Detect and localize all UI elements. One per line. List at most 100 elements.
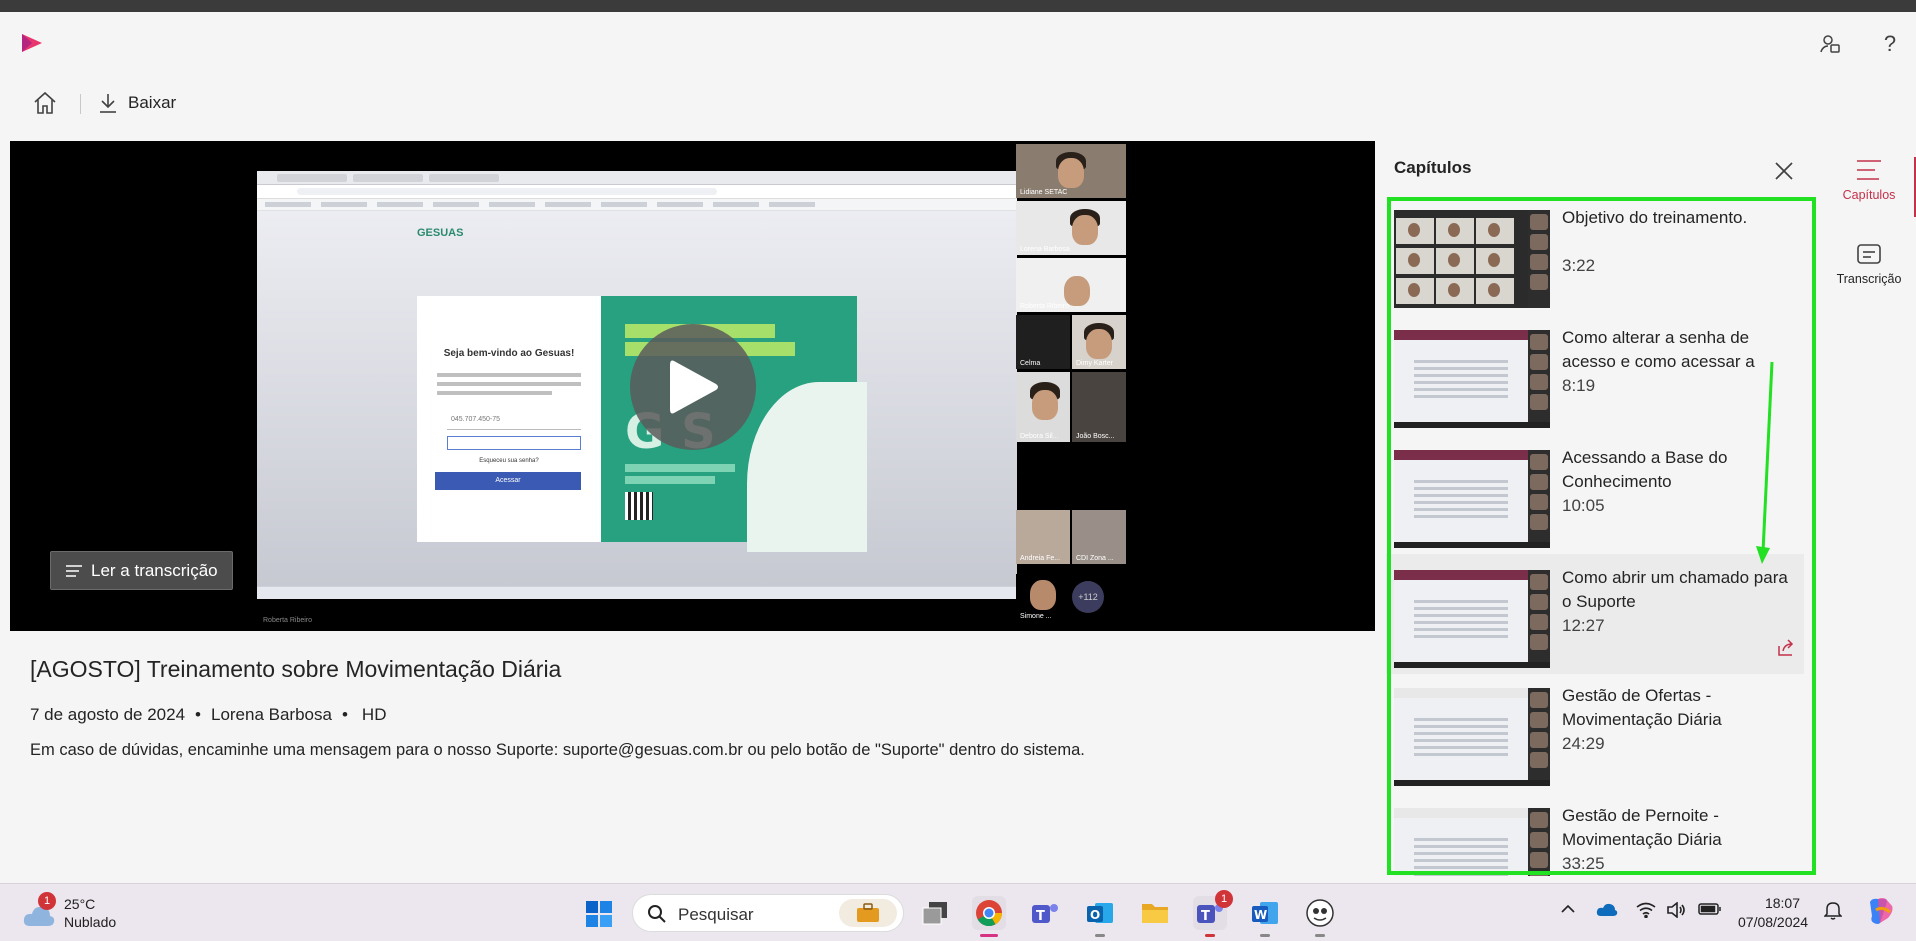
participant-tile: Lorena Barbosa xyxy=(1016,201,1126,255)
chapter-time: 8:19 xyxy=(1562,376,1596,395)
rail-transcript-tab[interactable]: Transcrição xyxy=(1826,243,1912,286)
clock-time: 18:07 xyxy=(1764,895,1800,911)
chapter-item[interactable]: Como alterar a senha de acesso e como ac… xyxy=(1386,316,1804,434)
meta-separator: • xyxy=(195,705,201,724)
shared-screen-taskbar xyxy=(257,586,1017,599)
chapter-time: 12:27 xyxy=(1562,616,1605,635)
chapter-time: 10:05 xyxy=(1562,496,1605,515)
app-bar: ? xyxy=(0,12,1916,74)
video-meta: 7 de agosto de 2024 • Lorena Barbosa • H… xyxy=(30,705,386,725)
svg-text:T: T xyxy=(1201,909,1210,924)
download-label: Baixar xyxy=(128,93,177,112)
participant-tile: Dimy Karter xyxy=(1072,315,1126,369)
search-icon xyxy=(648,905,666,923)
annotation-arrow xyxy=(1756,361,1774,564)
chapter-item[interactable]: Gestão de Pernoite - Movimentação Diária… xyxy=(1386,794,1804,876)
meta-separator: • xyxy=(341,705,348,724)
login-card: Seja bem-vindo ao Gesuas! 045.707.450-75… xyxy=(417,296,601,542)
participant-tile: Andreia Fe... xyxy=(1016,510,1070,564)
chapter-item[interactable]: Acessando a Base do Conhecimento 10:05 xyxy=(1386,436,1804,554)
close-chapters-button[interactable] xyxy=(1772,159,1796,183)
video-quality: HD xyxy=(361,705,387,724)
video-title: [AGOSTO] Treinamento sobre Movimentação … xyxy=(30,656,562,682)
browser-tabs xyxy=(257,171,1017,185)
svg-text:W: W xyxy=(1254,908,1267,922)
home-button[interactable] xyxy=(30,88,60,118)
window-top-strip xyxy=(0,0,1916,12)
chapter-item[interactable]: Objetivo do treinamento. 3:22 xyxy=(1386,198,1804,314)
chapter-title: Como abrir um chamado para o Suporte xyxy=(1562,568,1788,611)
teams-icon[interactable]: T xyxy=(1028,896,1062,930)
read-transcript-label: Ler a transcrição xyxy=(91,560,218,580)
chapter-thumbnail xyxy=(1394,808,1550,876)
read-transcript-button[interactable]: Ler a transcrição xyxy=(50,551,233,590)
video-date: 7 de agosto de 2024 xyxy=(30,705,186,724)
toolbar: Baixar xyxy=(0,84,1370,124)
task-view-icon[interactable] xyxy=(918,896,952,930)
video-player[interactable]: GESUAS Seja bem-vindo ao Gesuas! 045.707… xyxy=(10,141,1375,631)
transcript-icon xyxy=(1857,244,1881,264)
svg-text:T: T xyxy=(1036,909,1045,924)
taskbar-search[interactable]: Pesquisar xyxy=(632,894,904,932)
chapter-item[interactable]: Como abrir um chamado para o Suporte 12:… xyxy=(1386,554,1804,674)
chapters-icon xyxy=(1857,160,1881,180)
toolbar-divider xyxy=(80,94,81,114)
wifi-icon[interactable] xyxy=(1636,902,1656,921)
participant-tile: João Bosc... xyxy=(1072,372,1126,442)
weather-temperature: 25°C xyxy=(64,896,96,912)
word-icon[interactable]: W xyxy=(1248,896,1282,937)
share-icon[interactable] xyxy=(1776,638,1796,658)
weather-badge: 1 xyxy=(38,892,56,910)
participant-tile: Roberta Ribeiro xyxy=(1016,258,1126,312)
onedrive-icon[interactable] xyxy=(1596,902,1618,921)
chapter-thumbnail xyxy=(1394,450,1550,548)
search-highlight-icon xyxy=(839,899,897,927)
cpf-field: 045.707.450-75 xyxy=(447,416,581,430)
tray-chevron-up-icon[interactable] xyxy=(1560,902,1576,918)
stream-logo-icon[interactable] xyxy=(20,32,44,54)
chapter-time: 33:25 xyxy=(1562,854,1605,873)
file-explorer-icon[interactable] xyxy=(1138,896,1172,930)
more-participants-badge: +112 xyxy=(1072,581,1104,613)
participant-tile: CDI Zona ... xyxy=(1072,510,1126,564)
chapter-item[interactable]: Gestão de Ofertas - Movimentação Diária … xyxy=(1386,674,1804,792)
app-pinned-icon[interactable] xyxy=(1303,896,1337,937)
video-author[interactable]: Lorena Barbosa xyxy=(211,705,332,725)
transcript-lines-icon xyxy=(66,564,82,577)
battery-icon[interactable] xyxy=(1698,902,1722,919)
notifications-bell-icon[interactable] xyxy=(1823,900,1843,923)
windows-taskbar: 1 25°C Nublado Pesquisar T O T 1 W 18:07… xyxy=(0,883,1916,941)
chapter-thumbnail xyxy=(1394,688,1550,786)
copilot-icon[interactable] xyxy=(1866,896,1896,929)
svg-text:O: O xyxy=(1090,908,1100,922)
login-button: Acessar xyxy=(435,472,581,490)
presenter-watermark: Roberta Ribeiro xyxy=(263,617,313,624)
chapter-title: Gestão de Pernoite - Movimentação Diária xyxy=(1562,806,1722,849)
chapters-header: Capítulos xyxy=(1394,158,1472,177)
qr-code xyxy=(625,492,653,520)
home-icon xyxy=(34,91,56,114)
windows-start-icon[interactable] xyxy=(585,900,613,928)
play-button[interactable] xyxy=(630,324,756,450)
people-settings-icon[interactable] xyxy=(1816,30,1844,58)
outlook-icon[interactable]: O xyxy=(1083,896,1117,937)
browser-address-bar xyxy=(257,185,1017,199)
password-field xyxy=(447,436,581,450)
chrome-icon[interactable] xyxy=(972,896,1006,937)
search-placeholder: Pesquisar xyxy=(678,905,754,924)
login-welcome: Seja bem-vindo ao Gesuas! xyxy=(443,348,575,359)
weather-condition: Nublado xyxy=(64,914,117,930)
rail-chapters-label: Capítulos xyxy=(1842,188,1896,202)
help-icon[interactable]: ? xyxy=(1876,30,1904,58)
rail-transcript-label: Transcrição xyxy=(1836,272,1902,286)
chapter-title: Objetivo do treinamento. xyxy=(1562,208,1748,227)
weather-widget[interactable]: 1 25°C Nublado xyxy=(22,892,132,934)
participant-tile: Lidiane SETAC xyxy=(1016,144,1126,198)
chapter-time: 24:29 xyxy=(1562,734,1605,753)
volume-icon[interactable] xyxy=(1666,901,1686,921)
taskbar-clock[interactable]: 18:07 07/08/2024 xyxy=(1738,894,1808,932)
rail-chapters-tab[interactable]: Capítulos xyxy=(1826,159,1912,202)
download-button[interactable]: Baixar xyxy=(98,88,176,118)
teams-work-icon[interactable]: T 1 xyxy=(1193,890,1233,937)
chapter-time: 3:22 xyxy=(1562,256,1596,275)
